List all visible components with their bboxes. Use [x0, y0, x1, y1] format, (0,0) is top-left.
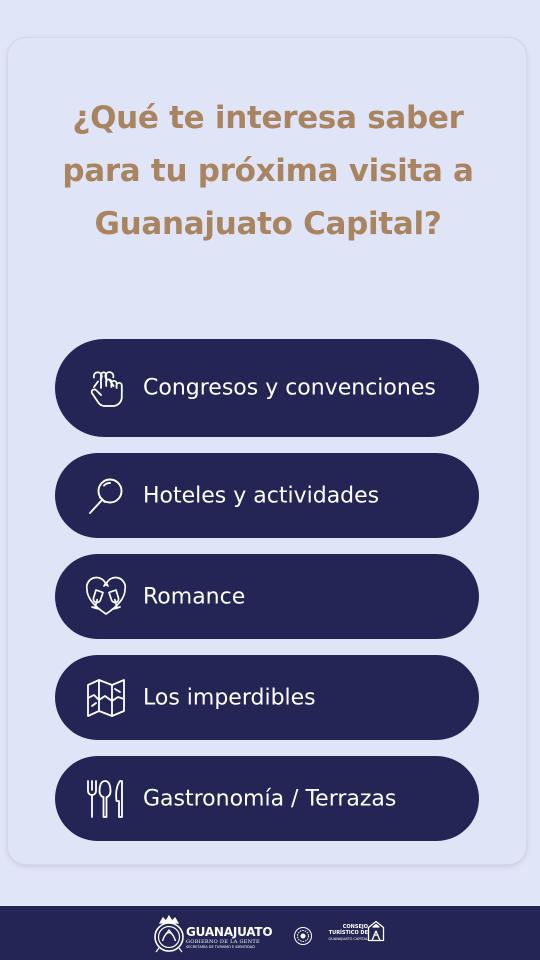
- consejo-line3: GUANAJUATO CAPITAL: [328, 937, 368, 941]
- option-congresos-convenciones[interactable]: Congresos y convenciones: [55, 339, 479, 437]
- option-romance[interactable]: Romance: [55, 554, 479, 639]
- question-card: ¿Qué te interesa saber para tu próxima v…: [8, 38, 526, 864]
- option-label: Hoteles y actividades: [143, 483, 380, 508]
- logo-title: GUANAJUATO: [186, 925, 273, 939]
- cutlery-icon: [84, 777, 128, 821]
- option-label: Gastronomía / Terrazas: [143, 786, 397, 811]
- option-hoteles-actividades[interactable]: Hoteles y actividades: [55, 453, 479, 538]
- hand-ribbon-icon: [84, 366, 128, 410]
- heart-toast-icon: [84, 575, 128, 619]
- option-label: Romance: [143, 584, 246, 609]
- guanajuato-logo: GUANAJUATO GOBIERNO DE LA GENTE SECRETAR…: [150, 913, 286, 955]
- footer-bar: GUANAJUATO GOBIERNO DE LA GENTE SECRETAR…: [0, 906, 540, 960]
- options-list: Congresos y convenciones Hoteles y activ…: [55, 339, 479, 857]
- consejo-emblem-icon: [367, 920, 385, 942]
- logo-department: SECRETARÍA DE TURISMO E IDENTIDAD: [186, 945, 255, 949]
- guanajuato-crest-icon: [154, 914, 184, 953]
- question-heading: ¿Qué te interesa saber para tu próxima v…: [62, 100, 474, 242]
- option-imperdibles[interactable]: Los imperdibles: [55, 655, 479, 740]
- consejo-turistico-logo: CONSEJO TURÍSTICO DE GUANAJUATO CAPITAL: [324, 919, 388, 949]
- option-label: Los imperdibles: [143, 685, 316, 710]
- option-gastronomia-terrazas[interactable]: Gastronomía / Terrazas: [55, 756, 479, 841]
- option-label: Congresos y convenciones: [143, 375, 436, 401]
- seal-icon: [294, 927, 312, 945]
- magnifier-icon: [84, 474, 128, 518]
- map-icon: [84, 676, 128, 720]
